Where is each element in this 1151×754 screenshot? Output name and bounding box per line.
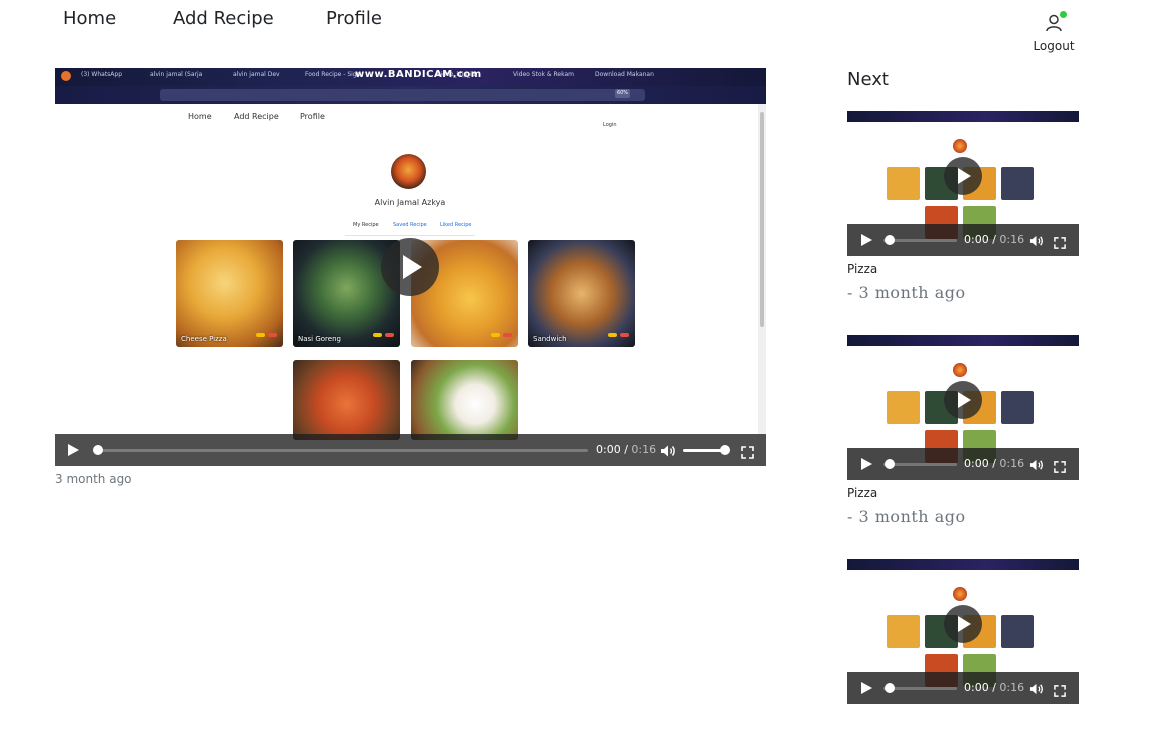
nav-home-link[interactable]: Home	[63, 8, 116, 29]
fullscreen-icon[interactable]	[1054, 458, 1066, 477]
recorded-recipe-label: Sandwich	[533, 335, 567, 343]
volume-slider[interactable]	[683, 445, 730, 455]
seek-knob[interactable]	[885, 683, 895, 693]
current-time: 0:00	[964, 681, 989, 694]
video-timestamp: 3 month ago	[55, 472, 132, 486]
recorded-tab: alvin jamal (Sarja	[150, 71, 203, 78]
recorded-tab: Download Makanan	[595, 71, 654, 78]
online-status-dot	[1060, 11, 1067, 18]
seek-bar[interactable]	[883, 459, 957, 469]
recorded-recipe-card: Sandwich	[528, 240, 635, 347]
duration: 0:16	[999, 457, 1025, 470]
next-video-card[interactable]: 0:00 / 0:16 Pizza - 3 month ago	[847, 335, 1079, 526]
fullscreen-icon[interactable]	[741, 444, 754, 463]
thumbnail-video-controls: 0:00 / 0:16	[847, 224, 1079, 256]
play-icon[interactable]	[861, 234, 872, 246]
recorded-profile-name: Alvin Jamal Azkya	[374, 198, 446, 207]
seek-knob[interactable]	[885, 459, 895, 469]
user-menu[interactable]: Logout	[1030, 11, 1078, 53]
recorded-scrollbar	[758, 104, 766, 434]
recorded-profile-tabs: My Recipe Saved Recipe Liked Recipe	[345, 221, 475, 236]
volume-icon[interactable]	[660, 443, 676, 462]
top-navbar: Home Add Recipe Profile Logout	[0, 0, 1151, 60]
recorded-nav-item: Home	[188, 112, 212, 121]
video-time-display: 0:00 / 0:16	[596, 443, 657, 456]
thumbnail-play-button[interactable]	[944, 381, 982, 419]
thumbnail-play-button[interactable]	[944, 605, 982, 643]
seek-knob[interactable]	[93, 445, 103, 455]
play-icon[interactable]	[861, 682, 872, 694]
thumbnail-video-controls: 0:00 / 0:16	[847, 448, 1079, 480]
bandicam-watermark: www.BANDICAM.com	[355, 69, 482, 80]
next-video-thumbnail[interactable]: 0:00 / 0:16	[847, 559, 1079, 704]
user-icon[interactable]	[1043, 11, 1067, 34]
logout-link[interactable]: Logout	[1030, 39, 1078, 53]
fullscreen-icon[interactable]	[1054, 682, 1066, 701]
main-video-player[interactable]: (3) WhatsApp alvin jamal (Sarja alvin ja…	[55, 68, 766, 466]
nav-add-recipe-link[interactable]: Add Recipe	[173, 8, 274, 29]
volume-knob[interactable]	[720, 445, 730, 455]
recorded-zoom-level: 60%	[615, 89, 630, 98]
recorded-profile-tab: Saved Recipe	[393, 222, 427, 228]
recorded-tab: alvin jamal Dev	[233, 71, 280, 78]
recorded-login: Login	[603, 122, 617, 128]
recorded-recipe-label: Cheese Pizza	[181, 335, 227, 343]
current-time: 0:00	[964, 457, 989, 470]
next-video-time: - 3 month ago	[847, 507, 966, 526]
recorded-nav-item: Profile	[300, 112, 325, 121]
next-video-thumbnail[interactable]: 0:00 / 0:16	[847, 335, 1079, 480]
thumbnail-video-controls: 0:00 / 0:16	[847, 672, 1079, 704]
next-video-title[interactable]: Pizza	[847, 262, 1079, 276]
seek-bar[interactable]	[883, 235, 957, 245]
next-heading: Next	[847, 69, 889, 90]
recorded-profile-tab: My Recipe	[353, 222, 379, 228]
recorded-recipe-label: Nasi Goreng	[298, 335, 341, 343]
recorded-nav-item: Add Recipe	[234, 112, 279, 121]
fullscreen-icon[interactable]	[1054, 234, 1066, 253]
play-icon[interactable]	[861, 458, 872, 470]
video-controls: 0:00 / 0:16	[55, 434, 766, 466]
recorded-browser-tabbar: (3) WhatsApp alvin jamal (Sarja alvin ja…	[55, 68, 766, 86]
next-video-thumbnail[interactable]: 0:00 / 0:16	[847, 111, 1079, 256]
volume-icon[interactable]	[1029, 457, 1044, 476]
recorded-address-bar: 60%	[55, 86, 766, 104]
volume-icon[interactable]	[1029, 233, 1044, 252]
next-video-title[interactable]: Pizza	[847, 486, 1079, 500]
thumbnail-play-button[interactable]	[944, 157, 982, 195]
recorded-recipe-card: Cheese Pizza	[176, 240, 283, 347]
next-video-card[interactable]: 0:00 / 0:16 Pizza - 3 month ago	[847, 111, 1079, 302]
recorded-tab: (3) WhatsApp	[81, 71, 123, 78]
duration: 0:16	[999, 233, 1025, 246]
current-time: 0:00	[964, 233, 989, 246]
next-video-card[interactable]: 0:00 / 0:16	[847, 559, 1079, 704]
seek-bar[interactable]	[93, 445, 588, 455]
video-overlay-play-button[interactable]	[381, 238, 439, 296]
seek-bar[interactable]	[883, 683, 957, 693]
duration: 0:16	[631, 443, 657, 456]
duration: 0:16	[999, 681, 1025, 694]
play-icon[interactable]	[68, 444, 79, 456]
recorded-recipe-card	[411, 360, 518, 440]
current-time: 0:00	[596, 443, 621, 456]
recorded-tab: Video Stok & Rekam	[513, 71, 574, 78]
recorded-profile-tab: Liked Recipe	[440, 222, 472, 228]
recorded-tab: Food Recipe - Sign	[305, 71, 361, 78]
recorded-recipe-card	[293, 360, 400, 440]
seek-knob[interactable]	[885, 235, 895, 245]
nav-profile-link[interactable]: Profile	[326, 8, 382, 29]
recorded-profile-avatar	[391, 154, 426, 189]
next-video-time: - 3 month ago	[847, 283, 966, 302]
volume-icon[interactable]	[1029, 681, 1044, 700]
